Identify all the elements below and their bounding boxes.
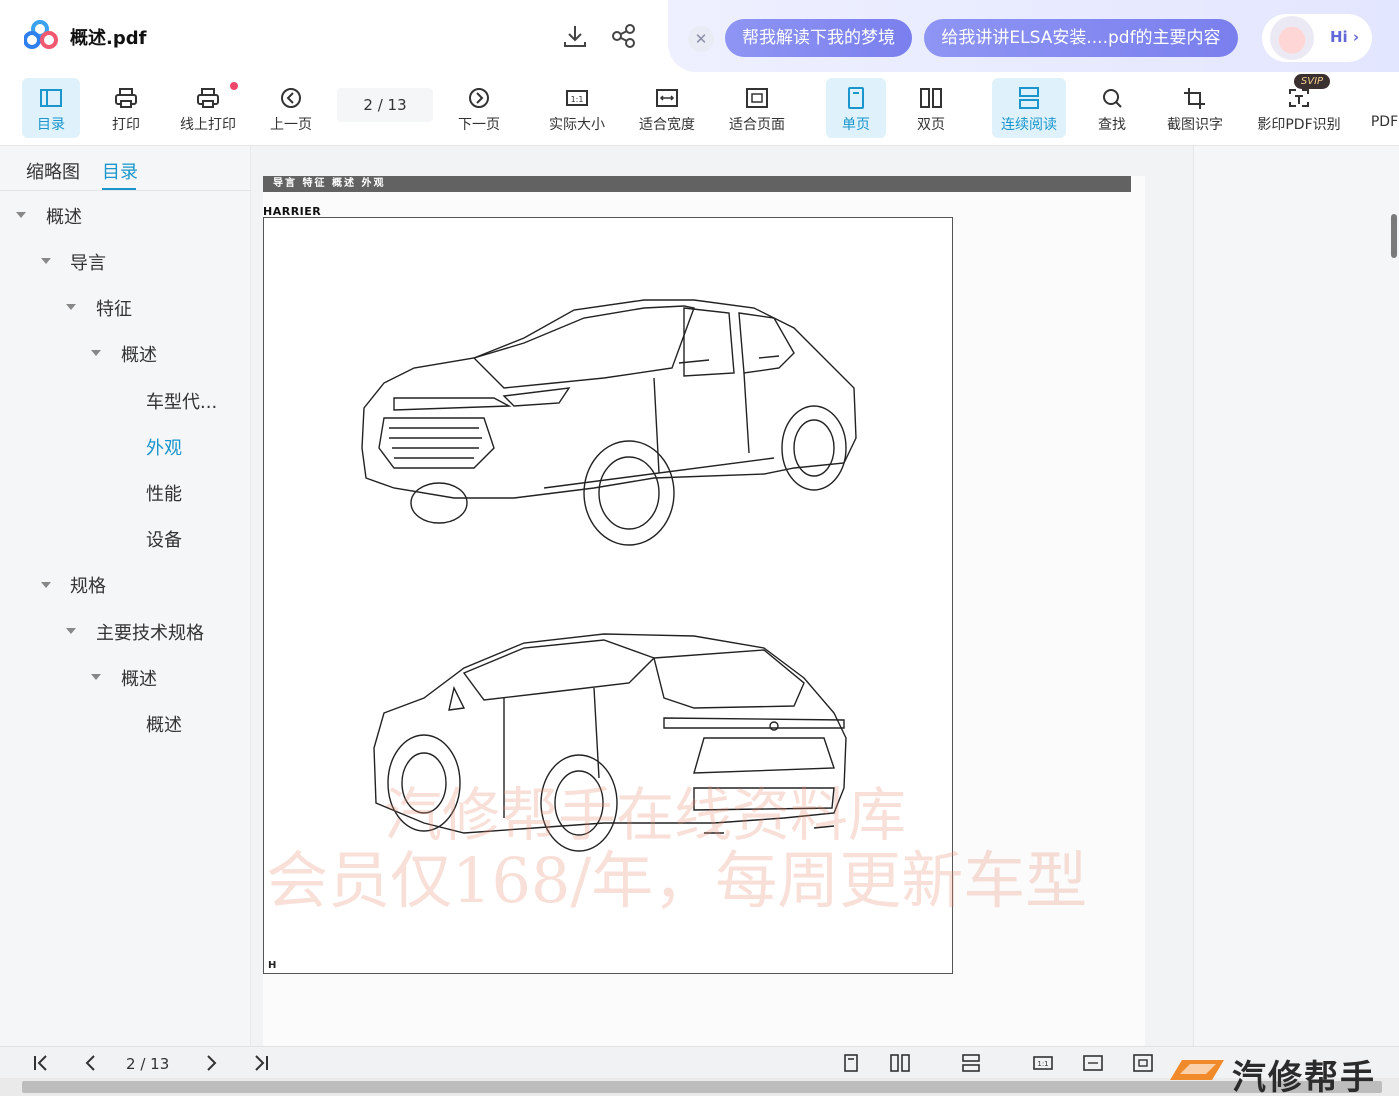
svg-text:1:1: 1:1 [1037,1060,1048,1068]
search-icon [1103,89,1122,108]
continuous-reading-button[interactable]: 连续阅读 [992,78,1066,138]
pdf-icon [1372,86,1398,110]
chevron-down-icon[interactable] [66,628,76,634]
prev-page-icon[interactable] [80,1053,102,1073]
toc-item[interactable]: 规格 [70,572,106,598]
single-page-button[interactable]: 单页 [826,78,886,138]
prev-page-button[interactable]: 上一页 [266,78,316,138]
toc-item[interactable]: 概述 [121,665,157,691]
brand-text: 汽修帮手 [1232,1058,1376,1098]
toc-item-selected[interactable]: 外观 [146,434,182,460]
title-bar: 概述.pdf ✕ 帮我解读下我的梦境 给我讲讲ELSA安装....pdf的主要内… [0,0,1399,72]
actual-size-icon: 1:1 [566,90,588,106]
svip-badge: SVIP [1294,74,1330,89]
close-ai-bar-button[interactable]: ✕ [688,26,714,52]
tab-thumbnails[interactable]: 缩略图 [26,158,80,184]
toc-item[interactable]: 概述 [121,341,157,367]
watermark-line-2: 会员仅168/年，每周更新车型 [266,844,1088,917]
ai-suggestion-chip-1[interactable]: 帮我解读下我的梦境 [725,19,912,57]
crop-ocr-button[interactable]: 截图识字 [1162,78,1228,138]
continuous-icon[interactable] [960,1053,982,1073]
actual-size-button[interactable]: 1:1 实际大小 [544,78,610,138]
chevron-down-icon[interactable] [91,674,101,680]
sidebar: 缩略图 目录 概述 导言 特征 概述 车型代... 外观 性能 设备 规格 主要… [0,146,251,1046]
last-page-icon[interactable] [250,1053,272,1073]
fit-width-icon[interactable] [1082,1053,1104,1073]
fit-width-icon [656,89,678,107]
prev-page-icon [281,88,301,108]
notification-dot [230,82,238,90]
brand-watermark: 汽修帮手 [1162,1050,1399,1098]
brand-logo-icon [1170,1060,1224,1080]
single-page-icon [848,87,864,109]
toc-item[interactable]: 设备 [146,526,182,552]
fit-page-button[interactable]: 适合页面 [724,78,790,138]
next-page-button[interactable]: 下一页 [454,78,504,138]
sidebar-icon [40,89,62,107]
next-page-icon [469,88,489,108]
fit-page-icon[interactable] [1132,1053,1154,1073]
fit-page-icon [746,88,768,108]
page-number-input[interactable]: 2 / 13 [337,88,433,122]
chevron-down-icon[interactable] [41,258,51,264]
toc-item[interactable]: 概述 [146,711,182,737]
chevron-down-icon[interactable] [16,212,26,218]
ai-assistant-button[interactable]: Hi › [1262,14,1372,62]
right-panel [1193,146,1399,1046]
chevron-down-icon[interactable] [91,350,101,356]
online-print-icon [197,88,219,108]
page-header-bar: 导言 特征 概述 外观 [263,176,1131,192]
assistant-greeting: Hi › [1330,28,1360,46]
toc-item[interactable]: 导言 [70,249,106,275]
double-page-button[interactable]: 双页 [906,78,956,138]
crop-ocr-icon [1184,88,1205,109]
car-front-illustration [361,299,857,546]
pdf-button[interactable]: PDF [1370,78,1399,138]
scan-ocr-icon [1289,89,1309,107]
printer-icon [115,88,137,108]
single-page-icon[interactable] [840,1053,862,1073]
first-page-icon[interactable] [30,1053,52,1073]
double-page-icon[interactable] [889,1053,911,1073]
print-button[interactable]: 打印 [102,78,150,138]
page-corner-mark: H [268,960,277,971]
double-page-icon [920,88,942,108]
search-button[interactable]: 查找 [1090,78,1134,138]
toc-button[interactable]: 目录 [22,78,80,138]
sidebar-divider [0,190,251,191]
tab-toc[interactable]: 目录 [102,158,138,184]
chevron-down-icon[interactable] [66,304,76,310]
download-icon[interactable] [561,22,589,50]
toc-item[interactable]: 特征 [96,295,132,321]
ai-suggestion-chip-2[interactable]: 给我讲讲ELSA安装....pdf的主要内容 [924,19,1238,57]
next-page-icon[interactable] [200,1053,222,1073]
app-logo-icon [24,20,58,49]
toc-item[interactable]: 性能 [146,480,182,506]
toc-item[interactable]: 车型代... [146,388,217,414]
chevron-down-icon[interactable] [41,582,51,588]
file-title: 概述.pdf [70,28,147,49]
share-icon[interactable] [610,22,638,50]
bottom-page-indicator[interactable]: 2 / 13 [126,1055,169,1073]
assistant-avatar-icon [1270,16,1314,60]
toc-item[interactable]: 主要技术规格 [96,619,204,645]
actual-size-icon[interactable]: 1:1 [1032,1053,1054,1073]
continuous-icon [1019,87,1039,109]
svg-text:1:1: 1:1 [571,95,584,104]
toc-item[interactable]: 概述 [46,203,82,229]
vertical-scrollbar-thumb[interactable] [1391,214,1397,258]
fit-width-button[interactable]: 适合宽度 [634,78,700,138]
